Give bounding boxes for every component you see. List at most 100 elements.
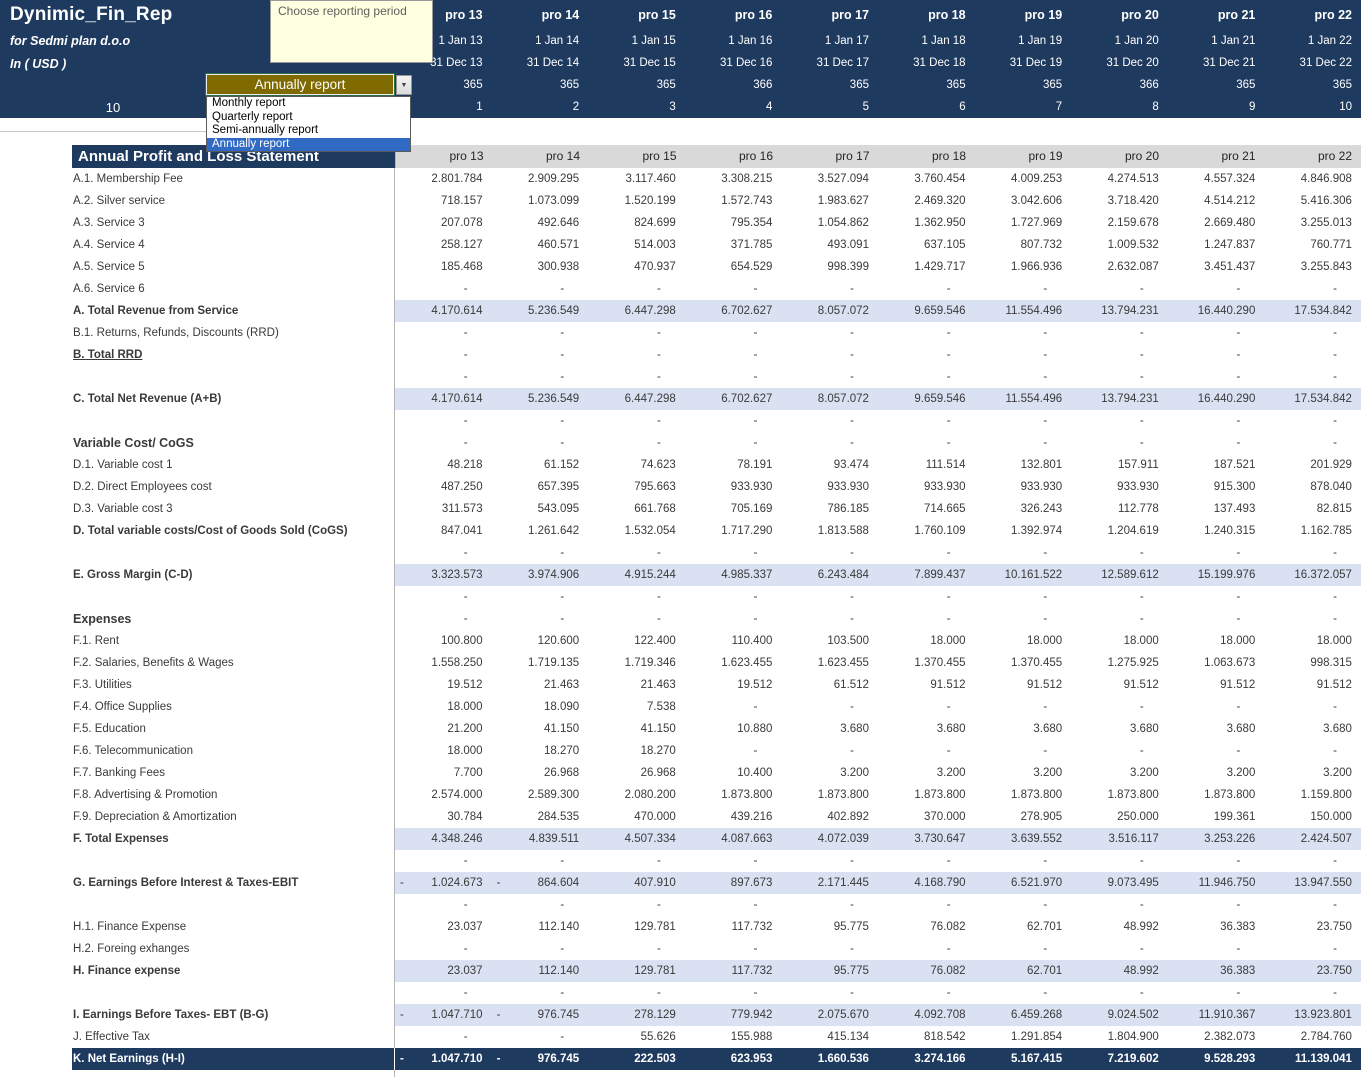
value-cell[interactable]: 1.362.950 (878, 212, 975, 234)
value-cell[interactable]: 18.000 (1168, 630, 1265, 652)
value-cell[interactable]: - (492, 586, 589, 608)
value-cell[interactable]: 718.157 (395, 190, 492, 212)
value-cell[interactable]: 637.105 (878, 234, 975, 256)
value-cell[interactable]: 36.383 (1168, 916, 1265, 938)
value-cell[interactable]: - (781, 938, 878, 960)
value-cell[interactable]: 933.930 (781, 476, 878, 498)
value-cell[interactable]: 3.516.117 (1071, 828, 1168, 850)
value-cell[interactable]: - (1168, 542, 1265, 564)
value-cell[interactable]: - (395, 938, 492, 960)
value-cell[interactable]: 1.261.642 (492, 520, 589, 542)
value-cell[interactable]: - (685, 278, 782, 300)
value-cell[interactable]: 4.514.212 (1168, 190, 1265, 212)
value-cell[interactable]: 415.134 (781, 1026, 878, 1048)
value-cell[interactable]: 19.512 (685, 674, 782, 696)
value-cell[interactable]: 2.574.000 (395, 784, 492, 806)
value-cell[interactable]: 9.024.502 (1071, 1004, 1168, 1026)
value-cell[interactable]: - (1071, 278, 1168, 300)
value-cell[interactable]: 6.702.627 (684, 388, 782, 410)
row-label[interactable]: F.8. Advertising & Promotion (0, 784, 395, 806)
value-cell[interactable]: 3.680 (1168, 718, 1265, 740)
value-cell[interactable]: 111.514 (878, 454, 975, 476)
value-cell[interactable]: -864.604 (491, 872, 589, 894)
value-cell[interactable]: 199.361 (1168, 806, 1265, 828)
value-cell[interactable]: - (588, 982, 685, 1004)
value-cell[interactable]: 222.503 (588, 1048, 685, 1070)
value-cell[interactable]: - (1071, 982, 1168, 1004)
value-cell[interactable]: 1.275.925 (1071, 652, 1168, 674)
value-cell[interactable]: 407.910 (588, 872, 685, 894)
value-cell[interactable]: 1.727.969 (975, 212, 1072, 234)
value-cell[interactable]: - (685, 740, 782, 762)
value-cell[interactable]: 7.219.602 (1071, 1048, 1168, 1070)
value-cell[interactable]: - (1264, 344, 1361, 366)
row-label[interactable]: I. Earnings Before Taxes- EBT (B-G) (0, 1004, 395, 1026)
value-cell[interactable]: - (1264, 542, 1361, 564)
value-cell[interactable]: - (1264, 410, 1361, 432)
value-cell[interactable]: - (1264, 894, 1361, 916)
value-cell[interactable]: - (975, 894, 1072, 916)
row-label[interactable]: H.2. Foreing exhanges (0, 938, 395, 960)
value-cell[interactable]: 3.274.166 (877, 1048, 975, 1070)
value-cell[interactable]: 3.200 (1264, 762, 1361, 784)
value-cell[interactable]: - (685, 894, 782, 916)
row-label[interactable]: A.5. Service 5 (0, 256, 395, 278)
value-cell[interactable]: - (588, 542, 685, 564)
value-cell[interactable]: - (878, 432, 975, 454)
value-cell[interactable]: - (395, 410, 492, 432)
value-cell[interactable]: 23.037 (395, 960, 492, 982)
row-label[interactable]: B. Total RRD (0, 344, 395, 366)
value-cell[interactable]: - (1168, 432, 1265, 454)
value-cell[interactable]: - (878, 740, 975, 762)
value-cell[interactable]: - (1071, 894, 1168, 916)
value-cell[interactable]: - (685, 586, 782, 608)
value-cell[interactable]: 5.416.306 (1264, 190, 1361, 212)
value-cell[interactable]: - (1168, 894, 1265, 916)
value-cell[interactable]: 7.899.437 (877, 564, 975, 586)
value-cell[interactable]: 91.512 (878, 674, 975, 696)
value-cell[interactable]: - (588, 410, 685, 432)
value-cell[interactable]: 91.512 (1264, 674, 1361, 696)
value-cell[interactable]: 998.399 (781, 256, 878, 278)
value-cell[interactable]: 4.170.614 (395, 388, 492, 410)
value-cell[interactable]: - (975, 322, 1072, 344)
value-cell[interactable]: - (395, 278, 492, 300)
value-cell[interactable]: 897.673 (684, 872, 782, 894)
value-cell[interactable]: 1.162.785 (1264, 520, 1361, 542)
value-cell[interactable]: - (395, 894, 492, 916)
value-cell[interactable]: 1.719.135 (492, 652, 589, 674)
row-label[interactable] (0, 366, 395, 388)
value-cell[interactable]: 157.911 (1071, 454, 1168, 476)
value-cell[interactable]: 1.813.588 (781, 520, 878, 542)
value-cell[interactable]: 18.000 (395, 740, 492, 762)
value-cell[interactable]: - (878, 410, 975, 432)
value-cell[interactable]: 998.315 (1264, 652, 1361, 674)
value-cell[interactable]: - (1168, 982, 1265, 1004)
value-cell[interactable]: 4.092.708 (877, 1004, 975, 1026)
value-cell[interactable]: 100.800 (395, 630, 492, 652)
value-cell[interactable]: 2.424.507 (1264, 828, 1361, 850)
row-label[interactable] (0, 850, 395, 872)
value-cell[interactable]: 470.937 (588, 256, 685, 278)
value-cell[interactable]: - (1264, 322, 1361, 344)
value-cell[interactable]: - (1264, 938, 1361, 960)
value-cell[interactable]: 82.815 (1264, 498, 1361, 520)
value-cell[interactable]: - (878, 586, 975, 608)
value-cell[interactable]: - (588, 938, 685, 960)
row-label[interactable]: K. Net Earnings (H-I) (0, 1048, 395, 1070)
value-cell[interactable]: - (878, 850, 975, 872)
value-cell[interactable]: 3.680 (1071, 718, 1168, 740)
value-cell[interactable]: - (588, 586, 685, 608)
value-cell[interactable]: - (492, 366, 589, 388)
dropdown-option-selected[interactable]: Annually report (207, 137, 410, 152)
row-label[interactable] (0, 982, 395, 1004)
row-label[interactable]: D.2. Direct Employees cost (0, 476, 395, 498)
value-cell[interactable]: - (395, 586, 492, 608)
row-label[interactable]: B.1. Returns, Refunds, Discounts (RRD) (0, 322, 395, 344)
value-cell[interactable]: 4.985.337 (684, 564, 782, 586)
value-cell[interactable]: 4.087.663 (684, 828, 782, 850)
value-cell[interactable]: - (1071, 938, 1168, 960)
value-cell[interactable]: 3.527.094 (781, 168, 878, 190)
value-cell[interactable]: - (1071, 608, 1168, 630)
value-cell[interactable]: 48.218 (395, 454, 492, 476)
